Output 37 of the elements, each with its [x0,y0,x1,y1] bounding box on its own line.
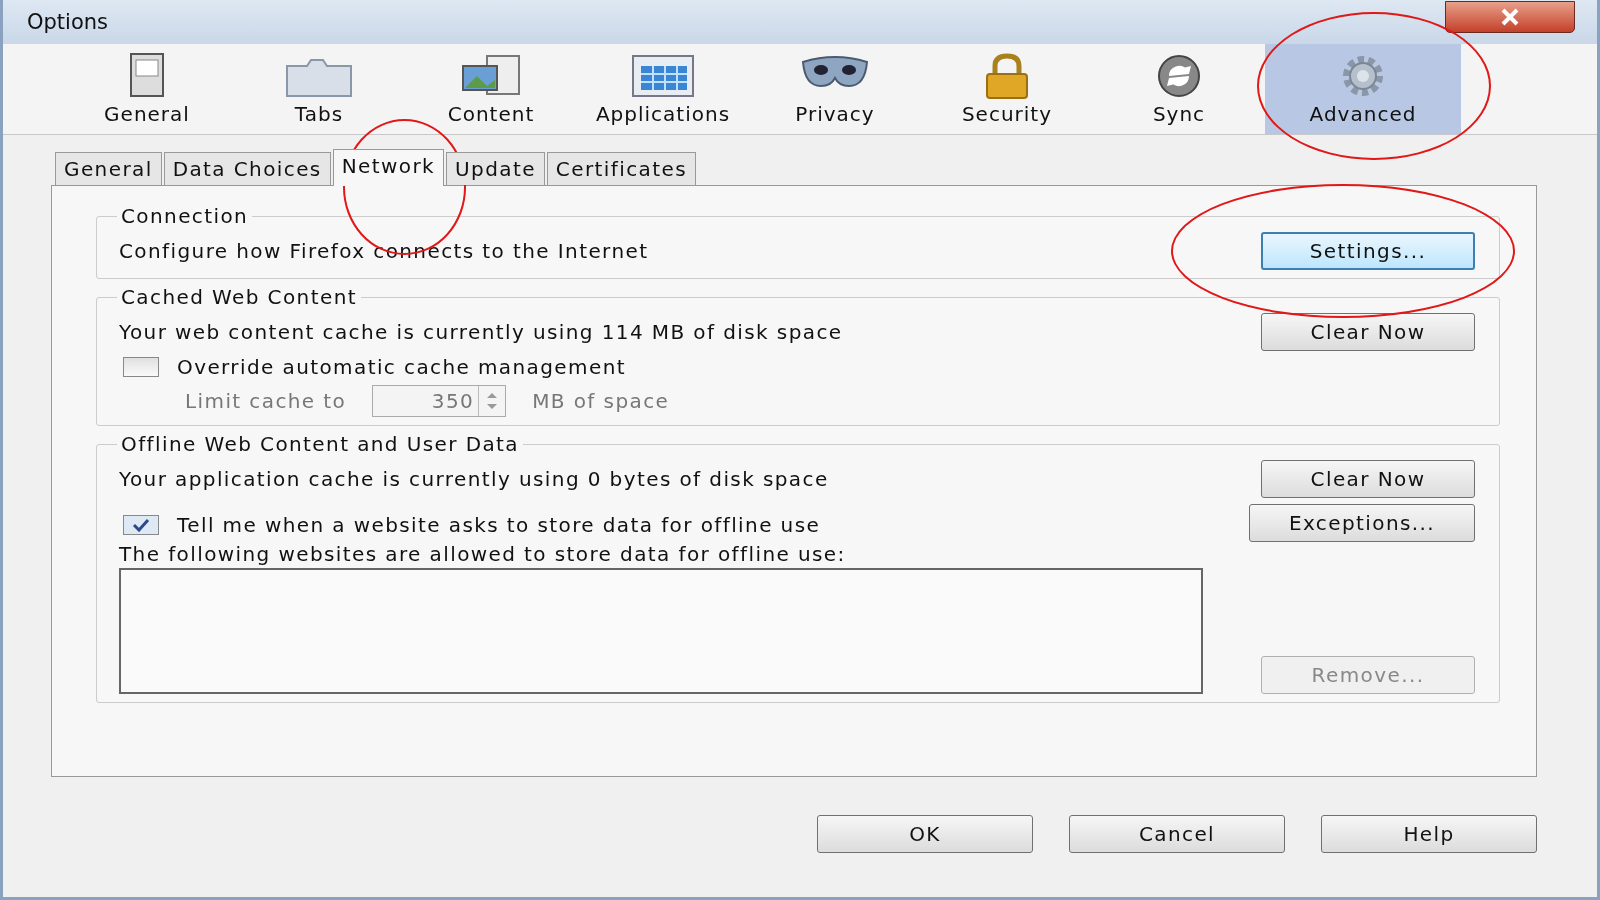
offline-text: Your application cache is currently using 0 bytes of disk space [119,467,829,491]
connection-text: Configure how Firefox connects to the Internet [119,239,649,263]
checkmark-icon [131,518,151,532]
clear-now-button[interactable]: Clear Now [1261,460,1475,498]
list-caption: The following websites are allowed to store data for offline use: [119,542,846,566]
limit-label: Limit cache to [185,389,347,413]
website-list[interactable] [119,568,1203,694]
tab[interactable]: Update [446,152,545,185]
dialog-button[interactable]: OK [817,815,1033,853]
pane-button[interactable]: Privacy [749,44,921,134]
settings-button[interactable]: Settings... [1261,232,1475,270]
tab[interactable]: General [55,152,162,185]
tab[interactable]: Data Choices [163,152,331,185]
dialog-button[interactable]: Help [1321,815,1537,853]
pane-button[interactable]: Advanced [1265,44,1461,134]
tab[interactable]: Certificates [546,152,696,185]
checkbox-label: Tell me when a website asks to store data for offline use [177,513,821,537]
cache-text: Your web content cache is currently using 114 MB of disk space [119,320,843,344]
checkbox-label: Override automatic cache management [177,355,626,379]
pane-button[interactable]: Security [921,44,1093,134]
group-legend: Connection [117,204,253,228]
exceptions-button[interactable]: Exceptions... [1249,504,1475,542]
dialog-button[interactable]: Cancel [1069,815,1285,853]
unit-label: MB of space [532,389,670,413]
pane-button[interactable]: Tabs [233,44,405,134]
clear-now-button[interactable]: Clear Now [1261,313,1475,351]
window-title: Options [27,10,109,34]
pane-button[interactable]: Sync [1093,44,1265,134]
close-button[interactable] [1445,1,1575,33]
checkbox[interactable] [123,357,159,377]
pane-button[interactable]: Applications [577,44,749,134]
pane-button[interactable]: General [61,44,233,134]
tab[interactable]: Network [332,149,444,186]
pane-button[interactable]: Content [405,44,577,134]
group-legend: Cached Web Content [117,285,361,309]
group-legend: Offline Web Content and User Data [117,432,524,456]
checkbox[interactable] [123,515,159,535]
